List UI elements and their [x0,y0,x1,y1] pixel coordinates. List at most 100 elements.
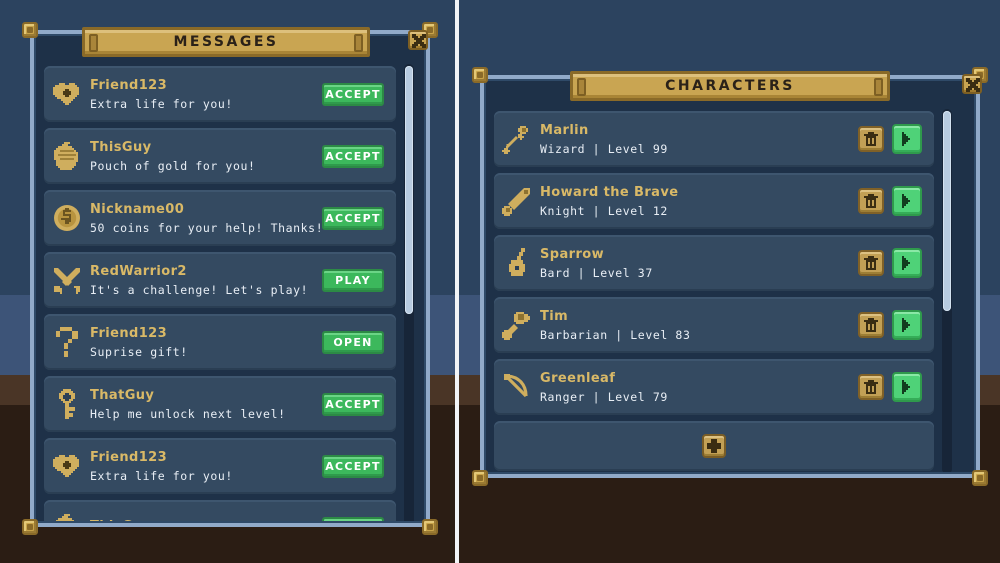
message-row[interactable]: ThisGuy ACCEPT [44,500,396,521]
character-text-group: Marlin Wizard | Level 99 [540,123,858,156]
question-icon [44,327,90,357]
message-sender: Friend123 [90,325,168,341]
message-action-button[interactable]: ACCEPT [322,454,384,478]
swords-icon [44,266,90,294]
characters-scrollbar-thumb[interactable] [943,111,951,311]
add-character-button[interactable] [702,434,726,458]
trash-icon [864,256,878,270]
messages-close-button[interactable] [408,30,428,50]
message-action-button[interactable]: PLAY [322,268,384,292]
messages-title-bar: MESSAGES [82,27,370,57]
close-icon [412,34,426,48]
character-row[interactable]: Howard the Brave Knight | Level 12 [494,173,934,229]
character-name: Tim [540,308,569,324]
message-text-group: ThisGuy [90,519,322,522]
character-row[interactable]: Tim Barbarian | Level 83 [494,297,934,353]
corner-bolt [22,519,38,535]
play-icon [902,380,910,394]
heart-icon [44,453,90,479]
play-icon [902,256,910,270]
message-action-button[interactable]: OPEN [322,330,384,354]
characters-window: Marlin Wizard | Level 99 Howard the Brav… [472,67,988,486]
character-play-button[interactable] [892,248,922,278]
ribbon-notch-right [874,78,883,96]
message-sender: Friend123 [90,77,168,93]
messages-scrollbar-thumb[interactable] [405,66,413,314]
messages-window-body: Friend123 Extra life for you! ACCEPT Thi… [36,36,424,521]
character-name: Sparrow [540,246,605,262]
character-row[interactable]: Marlin Wizard | Level 99 [494,111,934,167]
character-detail: Bard | Level 37 [540,265,653,280]
message-row[interactable]: Friend123 Extra life for you! ACCEPT [44,66,396,122]
ribbon-notch-left [89,34,98,52]
message-text-group: ThatGuy Help me unlock next level! [90,388,322,421]
character-detail: Ranger | Level 79 [540,389,668,404]
character-text-group: Howard the Brave Knight | Level 12 [540,185,858,218]
character-delete-button[interactable] [858,188,884,214]
trash-icon [864,380,878,394]
trash-icon [864,318,878,332]
character-delete-button[interactable] [858,374,884,400]
messages-list[interactable]: Friend123 Extra life for you! ACCEPT Thi… [44,66,396,521]
trash-icon [864,132,878,146]
message-row[interactable]: Friend123 Suprise gift! OPEN [44,314,396,370]
message-row[interactable]: Nickname00 50 coins for your help! Thank… [44,190,396,246]
character-play-button[interactable] [892,186,922,216]
character-delete-button[interactable] [858,250,884,276]
message-body: Suprise gift! [90,344,188,359]
message-action-button[interactable]: ACCEPT [322,392,384,416]
add-character-row[interactable] [494,421,934,471]
character-row[interactable]: Greenleaf Ranger | Level 79 [494,359,934,415]
characters-title-bar: CHARACTERS [570,71,890,101]
character-row[interactable]: Sparrow Bard | Level 37 [494,235,934,291]
character-delete-button[interactable] [858,312,884,338]
messages-scrollbar[interactable] [404,64,414,521]
character-play-button[interactable] [892,310,922,340]
heart-icon [44,81,90,107]
character-text-group: Greenleaf Ranger | Level 79 [540,371,858,404]
message-text-group: Friend123 Extra life for you! [90,450,322,483]
characters-list[interactable]: Marlin Wizard | Level 99 Howard the Brav… [494,111,934,472]
message-body: Pouch of gold for you! [90,158,256,173]
messages-window: Friend123 Extra life for you! ACCEPT Thi… [22,22,438,535]
character-delete-button[interactable] [858,126,884,152]
corner-bolt [22,22,38,38]
staff-icon [494,124,540,154]
corner-bolt [422,519,438,535]
message-row[interactable]: RedWarrior2 It's a challenge! Let's play… [44,252,396,308]
corner-bolt [972,470,988,486]
message-action-button[interactable]: ACCEPT [322,206,384,230]
play-icon [902,194,910,208]
message-action-button[interactable]: ACCEPT [322,82,384,106]
characters-scrollbar[interactable] [942,109,952,472]
message-body: Help me unlock next level! [90,406,286,421]
key-icon [44,389,90,419]
character-detail: Barbarian | Level 83 [540,327,691,342]
sword-icon [494,186,540,216]
ribbon-notch-right [354,34,363,52]
character-name: Greenleaf [540,370,616,386]
message-row[interactable]: ThisGuy Pouch of gold for you! ACCEPT [44,128,396,184]
corner-bolt [472,67,488,83]
message-text-group: Nickname00 50 coins for your help! Thank… [90,202,324,235]
character-play-button[interactable] [892,372,922,402]
plus-icon [707,439,721,453]
character-text-group: Sparrow Bard | Level 37 [540,247,858,280]
message-sender: ThisGuy [90,139,152,155]
message-body: 50 coins for your help! Thanks! [90,220,324,235]
close-icon [966,78,980,92]
message-action-button[interactable]: ACCEPT [322,516,384,521]
characters-close-button[interactable] [962,74,982,94]
ribbon-notch-left [577,78,586,96]
message-sender: ThatGuy [90,387,155,403]
bow-icon [494,372,540,402]
character-play-button[interactable] [892,124,922,154]
character-detail: Wizard | Level 99 [540,141,668,156]
character-name: Howard the Brave [540,184,679,200]
message-row[interactable]: Friend123 Extra life for you! ACCEPT [44,438,396,494]
message-text-group: ThisGuy Pouch of gold for you! [90,140,322,173]
message-text-group: Friend123 Extra life for you! [90,78,322,111]
message-row[interactable]: ThatGuy Help me unlock next level! ACCEP… [44,376,396,432]
play-icon [902,132,910,146]
message-action-button[interactable]: ACCEPT [322,144,384,168]
